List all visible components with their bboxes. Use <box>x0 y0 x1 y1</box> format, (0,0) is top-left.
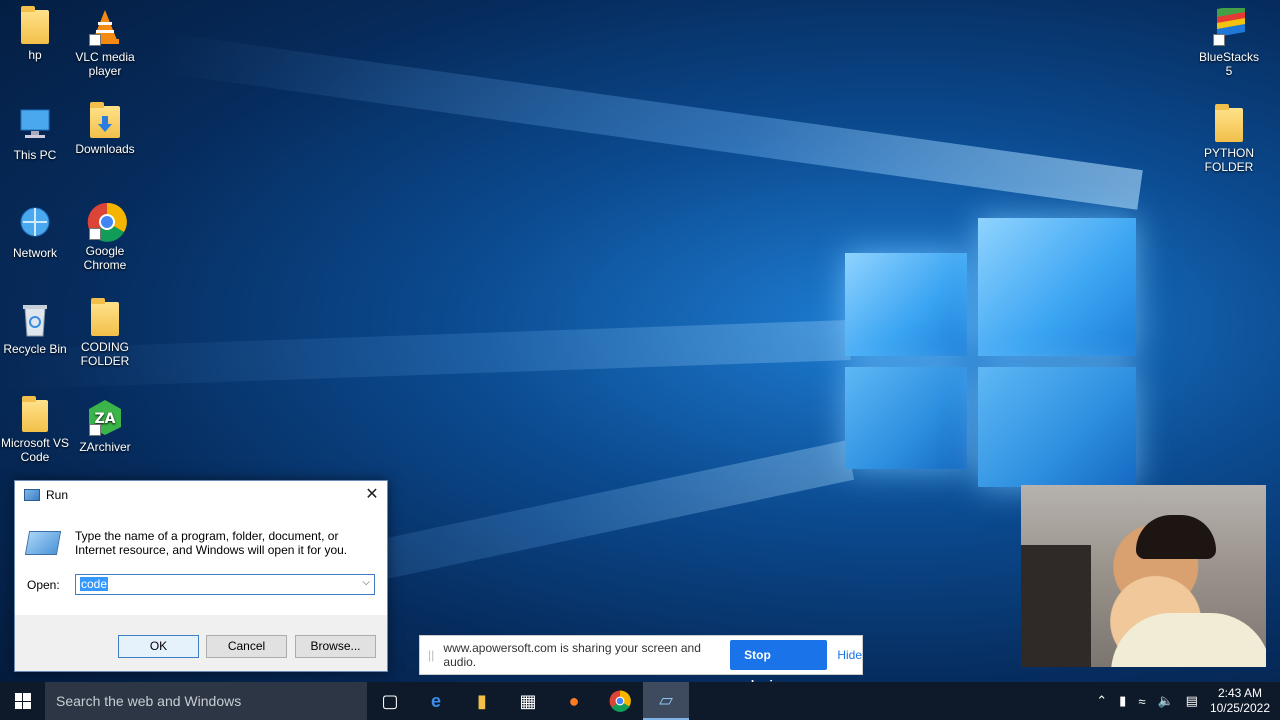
network-icon <box>17 204 53 242</box>
desktop-icon-python-folder[interactable]: PYTHON FOLDER <box>1194 104 1264 174</box>
folder-icon <box>1215 104 1243 142</box>
bluestacks-icon <box>1211 4 1247 46</box>
chrome-icon <box>87 202 127 242</box>
desktop-icon-label: BlueStacks 5 <box>1198 50 1260 78</box>
downloads-folder-icon <box>90 102 120 138</box>
run-app-icon[interactable]: ▱ <box>643 682 689 720</box>
user-folder-icon <box>21 6 49 44</box>
desktop-icon-network[interactable]: Network <box>0 204 70 260</box>
desktop-icon-label: Network <box>12 246 57 260</box>
drag-handle-icon[interactable]: || <box>428 648 437 662</box>
recycle-bin-icon <box>17 300 53 338</box>
desktop-icon-coding-folder[interactable]: CODING FOLDER <box>70 298 140 368</box>
browse-button[interactable]: Browse... <box>295 635 376 658</box>
hide-link[interactable]: Hide <box>837 648 862 662</box>
cancel-button[interactable]: Cancel <box>206 635 287 658</box>
desktop-icon-recycle-bin[interactable]: Recycle Bin <box>0 300 70 356</box>
open-label: Open: <box>27 578 60 592</box>
desktop-icon-label: This PC <box>13 148 57 162</box>
folder-icon <box>22 396 48 432</box>
run-dialog: Run ✕ Type the name of a program, folder… <box>14 480 388 672</box>
share-message: www.apowersoft.com is sharing your scree… <box>443 641 701 669</box>
clock[interactable]: 2:43 AM 10/25/2022 <box>1210 686 1270 716</box>
desktop-icon-this-pc[interactable]: This PC <box>0 106 70 162</box>
ok-button[interactable]: OK <box>118 635 199 658</box>
desktop-icon-label: Downloads <box>75 142 135 156</box>
file-explorer-icon[interactable]: ▮ <box>459 682 505 720</box>
notification-icon[interactable]: ▤ <box>1186 693 1198 709</box>
clock-date: 10/25/2022 <box>1209 701 1270 715</box>
chrome-icon[interactable] <box>597 682 643 720</box>
desktop-icon-bluestacks[interactable]: BlueStacks 5 <box>1194 4 1264 78</box>
battery-icon[interactable]: ▮ <box>1119 693 1126 709</box>
desktop-icon-label: PYTHON FOLDER <box>1203 146 1254 174</box>
windows-logo-icon <box>14 693 31 709</box>
run-large-icon <box>24 531 62 555</box>
desktop-icon-label: Google Chrome <box>83 244 127 272</box>
volume-icon[interactable]: 🔈 <box>1157 693 1173 709</box>
taskbar-search[interactable]: Search the web and Windows <box>45 682 367 720</box>
desktop-icon-vlc[interactable]: VLC media player <box>70 8 140 78</box>
open-input-value[interactable]: code <box>80 577 109 591</box>
desktop-icon-label: Microsoft VS Code <box>0 436 69 464</box>
edge-icon[interactable]: e <box>413 682 459 720</box>
zarchiver-icon: ZA <box>87 398 123 436</box>
store-icon[interactable]: ▦ <box>505 682 551 720</box>
desktop-icon-hp[interactable]: hp <box>0 6 70 62</box>
chevron-up-icon[interactable]: ⌃ <box>1096 693 1107 709</box>
desktop-icon-vscode[interactable]: Microsoft VS Code <box>0 396 70 464</box>
vlc-icon <box>87 8 123 46</box>
desktop-icon-label: hp <box>28 48 42 62</box>
computer-icon <box>17 106 53 144</box>
desktop-icon-label: VLC media player <box>75 50 135 78</box>
desktop-icon-downloads[interactable]: Downloads <box>70 102 140 156</box>
system-tray: ⌃ ▮ ≈ 🔈 ▤ 2:43 AM 10/25/2022 <box>1090 686 1280 716</box>
desktop-icon-chrome[interactable]: Google Chrome <box>70 202 140 272</box>
taskbar: Search the web and Windows ▢ e ▮ ▦ ● ▱ ⌃… <box>0 682 1280 720</box>
run-app-icon <box>24 488 40 501</box>
desktop-icon-zarchiver[interactable]: ZA ZArchiver <box>70 398 140 454</box>
firefox-icon[interactable]: ● <box>551 682 597 720</box>
open-combobox[interactable]: code ⌵ <box>75 574 375 595</box>
desktop-icon-label: CODING FOLDER <box>80 340 130 368</box>
start-button[interactable] <box>0 682 45 720</box>
chevron-down-icon[interactable]: ⌵ <box>362 577 370 588</box>
screen-share-bar: || www.apowersoft.com is sharing your sc… <box>419 635 863 692</box>
run-footer: OK Cancel Browse... <box>15 615 387 671</box>
stop-sharing-button[interactable]: Stop sharing <box>730 640 828 692</box>
folder-icon <box>91 298 119 336</box>
clock-time: 2:43 AM <box>1217 686 1262 700</box>
run-title: Run <box>46 487 69 502</box>
run-title-bar[interactable]: Run ✕ <box>15 481 387 508</box>
desktop-icon-label: Recycle Bin <box>3 342 67 356</box>
desktop-icon-label: ZArchiver <box>79 440 131 454</box>
task-view-icon[interactable]: ▢ <box>367 682 413 720</box>
wifi-icon[interactable]: ≈ <box>1138 694 1145 709</box>
run-description: Type the name of a program, folder, docu… <box>75 529 348 557</box>
webcam-overlay <box>1021 485 1266 667</box>
close-icon[interactable]: ✕ <box>357 481 387 508</box>
